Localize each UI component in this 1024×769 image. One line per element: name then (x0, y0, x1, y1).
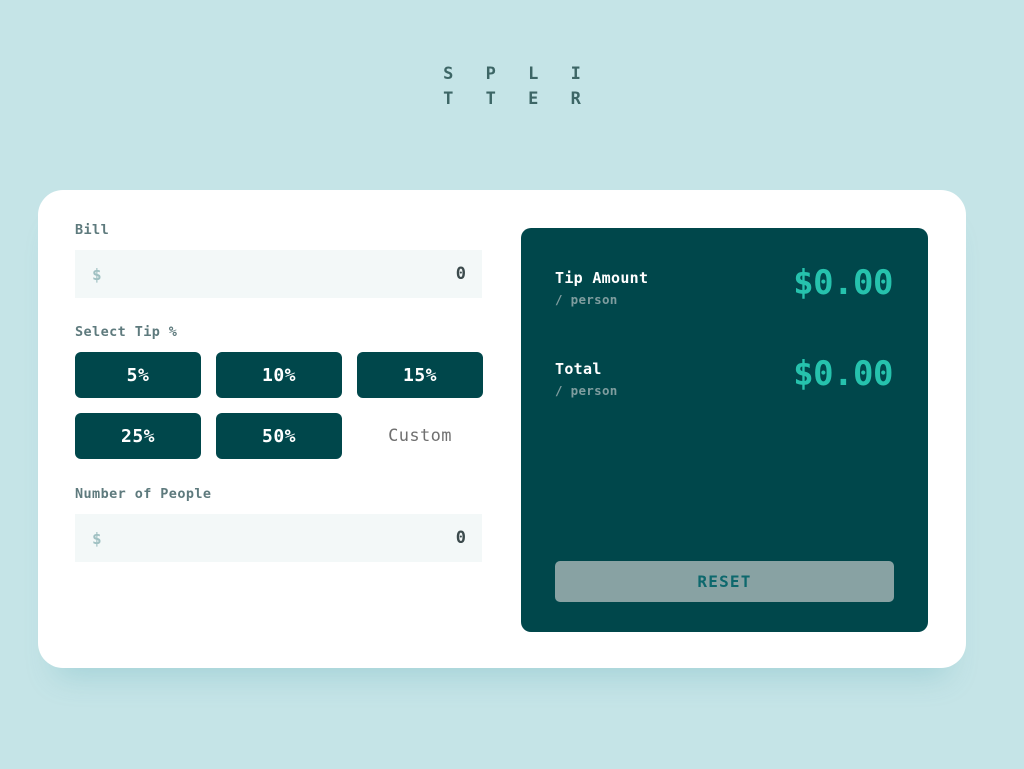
tip-option-50[interactable]: 50% (216, 413, 342, 459)
app-title-line-1: S P L I (443, 64, 592, 84)
tip-option-10[interactable]: 10% (216, 352, 342, 398)
tip-amount-title: Tip Amount (555, 269, 649, 287)
results-panel: Tip Amount / person $0.00 Total / person… (521, 228, 928, 632)
total-subtitle: / person (555, 383, 618, 398)
tip-amount-labels: Tip Amount / person (555, 264, 648, 307)
tip-custom-input[interactable]: Custom (357, 413, 483, 459)
total-title: Total (555, 360, 602, 378)
bill-value: 0 (455, 264, 466, 284)
tip-amount-value: $0.00 (793, 263, 893, 303)
calculator-card: Bill $ 0 Select Tip % 5% 10% 15% 25% 50%… (38, 190, 966, 668)
tip-section: Select Tip % 5% 10% 15% 25% 50% Custom (75, 324, 520, 459)
tip-option-25[interactable]: 25% (75, 413, 201, 459)
tip-amount-row: Tip Amount / person $0.00 (555, 264, 893, 307)
tip-label: Select Tip % (75, 324, 178, 340)
bill-section: Bill $ 0 (75, 222, 520, 298)
reset-button[interactable]: RESET (555, 561, 894, 602)
people-section: Number of People $ 0 (75, 486, 520, 562)
tip-option-15[interactable]: 15% (357, 352, 483, 398)
people-input[interactable]: $ 0 (75, 514, 482, 562)
dollar-icon: $ (92, 528, 102, 548)
tip-option-5[interactable]: 5% (75, 352, 201, 398)
total-value: $0.00 (793, 354, 893, 394)
tip-amount-subtitle: / person (555, 292, 618, 307)
total-labels: Total / person (555, 355, 618, 398)
people-label: Number of People (75, 486, 212, 502)
app-title-line-2: T T E R (443, 89, 592, 109)
bill-input[interactable]: $ 0 (75, 250, 482, 298)
dollar-icon: $ (92, 264, 102, 284)
total-row: Total / person $0.00 (555, 355, 893, 398)
people-value: 0 (455, 528, 466, 548)
tip-options-grid: 5% 10% 15% 25% 50% Custom (75, 352, 483, 459)
app-title: S P L I T T E R (0, 62, 1024, 112)
bill-label: Bill (75, 222, 110, 238)
input-panel: Bill $ 0 Select Tip % 5% 10% 15% 25% 50%… (75, 222, 520, 562)
